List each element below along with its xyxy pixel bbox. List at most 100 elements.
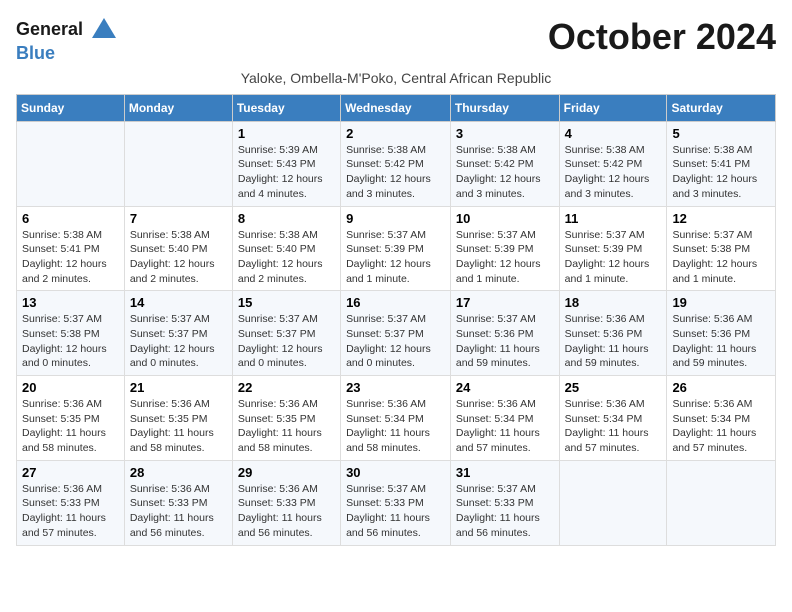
day-number: 7	[130, 211, 227, 226]
day-info: Sunrise: 5:37 AM Sunset: 5:37 PM Dayligh…	[130, 312, 227, 371]
day-info: Sunrise: 5:37 AM Sunset: 5:38 PM Dayligh…	[22, 312, 119, 371]
day-number: 1	[238, 126, 335, 141]
calendar-cell	[667, 460, 776, 545]
day-info: Sunrise: 5:37 AM Sunset: 5:37 PM Dayligh…	[238, 312, 335, 371]
day-info: Sunrise: 5:38 AM Sunset: 5:41 PM Dayligh…	[22, 228, 119, 287]
calendar-cell: 14Sunrise: 5:37 AM Sunset: 5:37 PM Dayli…	[124, 291, 232, 376]
calendar-cell: 19Sunrise: 5:36 AM Sunset: 5:36 PM Dayli…	[667, 291, 776, 376]
calendar-cell: 2 Sunrise: 5:38 AM Sunset: 5:42 PM Daylig…	[341, 121, 451, 206]
day-info: Sunrise: 5:36 AM Sunset: 5:34 PM Dayligh…	[456, 397, 554, 456]
header: General Blue October 2024	[16, 16, 776, 64]
calendar-cell	[559, 460, 667, 545]
calendar-cell: 12Sunrise: 5:37 AM Sunset: 5:38 PM Dayli…	[667, 206, 776, 291]
day-number: 23	[346, 380, 445, 395]
day-number: 10	[456, 211, 554, 226]
day-number: 22	[238, 380, 335, 395]
calendar-cell: 24 Sunrise: 5:36 AM Sunset: 5:34 PM Dayli…	[450, 376, 559, 461]
calendar-cell: 15 Sunrise: 5:37 AM Sunset: 5:37 PM Dayli…	[232, 291, 340, 376]
day-info: Sunrise: 5:36 AM Sunset: 5:34 PM Dayligh…	[565, 397, 662, 456]
calendar-cell: 5 Sunrise: 5:38 AM Sunset: 5:41 PM Daylig…	[667, 121, 776, 206]
calendar-cell: 1 Sunrise: 5:39 AM Sunset: 5:43 PM Daylig…	[232, 121, 340, 206]
day-number: 30	[346, 465, 445, 480]
day-number: 31	[456, 465, 554, 480]
day-info: Sunrise: 5:36 AM Sunset: 5:33 PM Dayligh…	[238, 482, 335, 541]
day-info: Sunrise: 5:36 AM Sunset: 5:35 PM Dayligh…	[22, 397, 119, 456]
day-number: 27	[22, 465, 119, 480]
calendar-table: SundayMondayTuesdayWednesdayThursdayFrid…	[16, 94, 776, 546]
day-number: 11	[565, 211, 662, 226]
calendar-body: 1 Sunrise: 5:39 AM Sunset: 5:43 PM Daylig…	[17, 121, 776, 545]
day-number: 26	[672, 380, 770, 395]
day-number: 21	[130, 380, 227, 395]
day-number: 9	[346, 211, 445, 226]
day-info: Sunrise: 5:36 AM Sunset: 5:36 PM Dayligh…	[565, 312, 662, 371]
day-info: Sunrise: 5:36 AM Sunset: 5:33 PM Dayligh…	[130, 482, 227, 541]
day-info: Sunrise: 5:37 AM Sunset: 5:39 PM Dayligh…	[565, 228, 662, 287]
day-info: Sunrise: 5:39 AM Sunset: 5:43 PM Dayligh…	[238, 143, 335, 202]
day-of-week-header: Thursday	[450, 94, 559, 121]
calendar-cell	[17, 121, 125, 206]
day-info: Sunrise: 5:36 AM Sunset: 5:33 PM Dayligh…	[22, 482, 119, 541]
month-title: October 2024	[548, 16, 776, 58]
calendar-cell: 23 Sunrise: 5:36 AM Sunset: 5:34 PM Dayli…	[341, 376, 451, 461]
calendar-cell: 10 Sunrise: 5:37 AM Sunset: 5:39 PM Dayli…	[450, 206, 559, 291]
day-number: 18	[565, 295, 662, 310]
logo: General Blue	[16, 16, 118, 64]
calendar-cell: 18 Sunrise: 5:36 AM Sunset: 5:36 PM Dayli…	[559, 291, 667, 376]
day-info: Sunrise: 5:38 AM Sunset: 5:40 PM Dayligh…	[130, 228, 227, 287]
day-info: Sunrise: 5:36 AM Sunset: 5:36 PM Dayligh…	[672, 312, 770, 371]
day-number: 8	[238, 211, 335, 226]
day-info: Sunrise: 5:36 AM Sunset: 5:34 PM Dayligh…	[672, 397, 770, 456]
calendar-cell: 4Sunrise: 5:38 AM Sunset: 5:42 PM Daylig…	[559, 121, 667, 206]
calendar-cell: 30 Sunrise: 5:37 AM Sunset: 5:33 PM Dayli…	[341, 460, 451, 545]
calendar-cell: 11 Sunrise: 5:37 AM Sunset: 5:39 PM Dayli…	[559, 206, 667, 291]
calendar-cell: 26 Sunrise: 5:36 AM Sunset: 5:34 PM Dayli…	[667, 376, 776, 461]
day-of-week-header: Friday	[559, 94, 667, 121]
day-number: 24	[456, 380, 554, 395]
calendar-cell	[124, 121, 232, 206]
logo-icon	[90, 16, 118, 44]
day-info: Sunrise: 5:37 AM Sunset: 5:33 PM Dayligh…	[456, 482, 554, 541]
day-info: Sunrise: 5:38 AM Sunset: 5:41 PM Dayligh…	[672, 143, 770, 202]
day-number: 29	[238, 465, 335, 480]
title-area: October 2024	[548, 16, 776, 58]
day-info: Sunrise: 5:38 AM Sunset: 5:40 PM Dayligh…	[238, 228, 335, 287]
calendar-cell: 16 Sunrise: 5:37 AM Sunset: 5:37 PM Dayli…	[341, 291, 451, 376]
day-info: Sunrise: 5:38 AM Sunset: 5:42 PM Dayligh…	[565, 143, 662, 202]
calendar-cell: 20Sunrise: 5:36 AM Sunset: 5:35 PM Dayli…	[17, 376, 125, 461]
calendar-cell: 27 Sunrise: 5:36 AM Sunset: 5:33 PM Dayli…	[17, 460, 125, 545]
calendar-cell: 7 Sunrise: 5:38 AM Sunset: 5:40 PM Daylig…	[124, 206, 232, 291]
day-number: 6	[22, 211, 119, 226]
day-number: 16	[346, 295, 445, 310]
day-info: Sunrise: 5:37 AM Sunset: 5:39 PM Dayligh…	[456, 228, 554, 287]
calendar-week-row: 1 Sunrise: 5:39 AM Sunset: 5:43 PM Daylig…	[17, 121, 776, 206]
day-info: Sunrise: 5:36 AM Sunset: 5:35 PM Dayligh…	[238, 397, 335, 456]
day-number: 17	[456, 295, 554, 310]
logo-blue: Blue	[16, 44, 118, 64]
day-number: 28	[130, 465, 227, 480]
calendar-cell: 9 Sunrise: 5:37 AM Sunset: 5:39 PM Daylig…	[341, 206, 451, 291]
day-info: Sunrise: 5:38 AM Sunset: 5:42 PM Dayligh…	[346, 143, 445, 202]
day-info: Sunrise: 5:37 AM Sunset: 5:33 PM Dayligh…	[346, 482, 445, 541]
calendar-week-row: 13 Sunrise: 5:37 AM Sunset: 5:38 PM Dayli…	[17, 291, 776, 376]
day-number: 2	[346, 126, 445, 141]
calendar-cell: 28 Sunrise: 5:36 AM Sunset: 5:33 PM Dayli…	[124, 460, 232, 545]
day-number: 12	[672, 211, 770, 226]
day-of-week-header: Wednesday	[341, 94, 451, 121]
day-of-week-header: Saturday	[667, 94, 776, 121]
calendar-week-row: 6 Sunrise: 5:38 AM Sunset: 5:41 PM Daylig…	[17, 206, 776, 291]
day-number: 15	[238, 295, 335, 310]
calendar-cell: 8 Sunrise: 5:38 AM Sunset: 5:40 PM Daylig…	[232, 206, 340, 291]
day-info: Sunrise: 5:37 AM Sunset: 5:39 PM Dayligh…	[346, 228, 445, 287]
calendar-week-row: 27 Sunrise: 5:36 AM Sunset: 5:33 PM Dayli…	[17, 460, 776, 545]
calendar-cell: 22 Sunrise: 5:36 AM Sunset: 5:35 PM Dayli…	[232, 376, 340, 461]
day-info: Sunrise: 5:37 AM Sunset: 5:37 PM Dayligh…	[346, 312, 445, 371]
day-of-week-header: Monday	[124, 94, 232, 121]
day-info: Sunrise: 5:38 AM Sunset: 5:42 PM Dayligh…	[456, 143, 554, 202]
day-number: 13	[22, 295, 119, 310]
calendar-cell: 21Sunrise: 5:36 AM Sunset: 5:35 PM Dayli…	[124, 376, 232, 461]
calendar-cell: 6 Sunrise: 5:38 AM Sunset: 5:41 PM Daylig…	[17, 206, 125, 291]
day-info: Sunrise: 5:36 AM Sunset: 5:34 PM Dayligh…	[346, 397, 445, 456]
calendar-cell: 17Sunrise: 5:37 AM Sunset: 5:36 PM Dayli…	[450, 291, 559, 376]
day-number: 5	[672, 126, 770, 141]
